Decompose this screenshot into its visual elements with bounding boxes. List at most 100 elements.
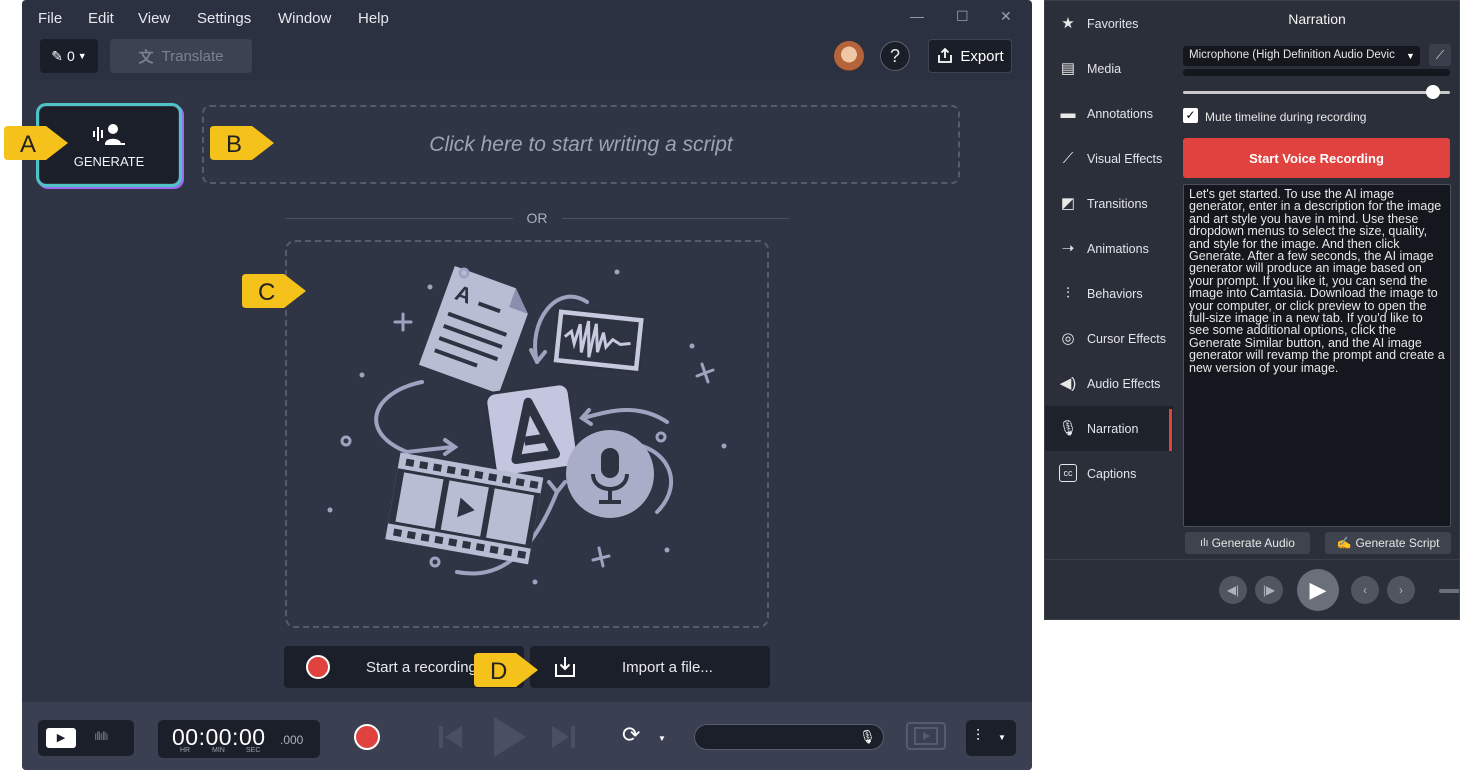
input-level-meter: [1183, 69, 1450, 76]
toolbar: ✎ 0 ▼ 文 Translate ? Export: [22, 36, 1032, 80]
or-divider: OR: [285, 210, 789, 226]
pencil-icon: ✎: [51, 47, 63, 64]
close-button[interactable]: ✕: [1000, 8, 1012, 25]
chevron-right-icon: ›: [1399, 583, 1403, 597]
play-icon[interactable]: [490, 715, 530, 759]
callout-d-label: D: [490, 658, 508, 685]
callout-a-label: A: [20, 131, 37, 158]
sidebar-item-visual-effects[interactable]: ⟋ Visual Effects: [1045, 136, 1173, 181]
sidebar-item-transitions[interactable]: ◩ Transitions: [1045, 181, 1173, 226]
record-icon: [306, 655, 330, 679]
next-button[interactable]: ›: [1387, 576, 1415, 604]
mixer-button[interactable]: ⫶ ▼: [966, 720, 1016, 756]
step-back-icon: ◀|: [1226, 583, 1240, 597]
waveform-view-icon[interactable]: ıllıllı: [94, 729, 109, 743]
skip-forward-icon[interactable]: [548, 722, 578, 752]
narration-panel-window: ★ Favorites ▤ Media ▬ Annotations ⟋ Visual E…: [1044, 0, 1460, 620]
sidebar-item-narration[interactable]: 🎙 Narration: [1045, 406, 1173, 451]
avatar[interactable]: [834, 41, 864, 71]
wand-icon: ⟋: [1062, 149, 1074, 167]
generate-script-label: Generate Script: [1355, 536, 1440, 550]
video-view-button[interactable]: ▶: [46, 728, 76, 748]
translate-button[interactable]: 文 Translate: [110, 39, 252, 73]
microphone-icon[interactable]: 🎙: [859, 729, 876, 745]
previous-button[interactable]: ‹: [1351, 576, 1379, 604]
timecode-display: 00:00:00 .000 HR MIN SEC: [158, 720, 320, 758]
record-button[interactable]: [354, 724, 380, 750]
annotation-icon: ▬: [1060, 104, 1076, 122]
sidebar-item-captions[interactable]: cc Captions: [1045, 451, 1173, 496]
loop-icon[interactable]: ⟳: [622, 722, 640, 748]
timecode-min-label: MIN: [212, 747, 225, 754]
media-drop-zone[interactable]: A: [285, 240, 769, 628]
maximize-button[interactable]: ☐: [956, 8, 969, 25]
media-illustration: A: [327, 266, 727, 585]
behaviors-icon: ⫶: [1066, 284, 1070, 302]
chevron-down-icon[interactable]: ▼: [658, 734, 666, 743]
chevron-down-icon[interactable]: ▼: [1406, 51, 1415, 61]
narration-script-textarea[interactable]: Let's get started. To use the AI image g…: [1183, 184, 1451, 527]
sidebar-item-animations[interactable]: ➝ Animations: [1045, 226, 1173, 271]
translate-icon: 文: [138, 48, 154, 66]
or-label: OR: [526, 210, 548, 226]
generate-script-button[interactable]: ✍ Generate Script: [1325, 532, 1451, 554]
sidebar-item-label: Cursor Effects: [1087, 332, 1166, 346]
skip-back-icon[interactable]: [436, 722, 466, 752]
generate-audio-button[interactable]: ılı Generate Audio: [1185, 532, 1310, 554]
play-icon: [914, 727, 938, 745]
input-volume-slider[interactable]: [1183, 91, 1450, 94]
step-forward-button[interactable]: |▶: [1255, 576, 1283, 604]
sidebar-item-behaviors[interactable]: ⫶ Behaviors: [1045, 271, 1173, 316]
cursor-icon: ◎: [1061, 330, 1075, 347]
chevron-left-icon: ‹: [1363, 583, 1367, 597]
generate-label: GENERATE: [73, 153, 145, 169]
volume-track[interactable]: 🎙: [694, 724, 884, 750]
preview-button[interactable]: [906, 722, 946, 750]
annotation-pen-button[interactable]: ✎ 0 ▼: [40, 39, 98, 73]
voice-generate-icon: [93, 123, 125, 145]
sidebar-item-favorites[interactable]: ★ Favorites: [1045, 1, 1173, 46]
menu-help[interactable]: Help: [358, 10, 389, 27]
sidebar-item-label: Transitions: [1087, 197, 1148, 211]
narration-panel: Narration Microphone (High Definition Au…: [1173, 1, 1459, 559]
export-label: Export: [960, 47, 1004, 65]
mute-timeline-checkbox[interactable]: ✓: [1183, 108, 1198, 123]
menu-file[interactable]: File: [38, 10, 62, 27]
start-recording-label: Start a recording: [366, 659, 477, 676]
generate-audio-label: Generate Audio: [1211, 536, 1295, 550]
sidebar-item-label: Favorites: [1087, 17, 1139, 31]
menu-window[interactable]: Window: [278, 10, 331, 27]
script-input[interactable]: Click here to start writing a script: [202, 105, 960, 184]
export-button[interactable]: Export: [928, 39, 1012, 73]
help-button[interactable]: ?: [880, 41, 910, 71]
zoom-slider[interactable]: [1439, 589, 1459, 593]
animation-arrow-icon: ➝: [1061, 240, 1075, 257]
minimize-button[interactable]: —: [910, 8, 924, 24]
start-voice-recording-button[interactable]: Start Voice Recording: [1183, 138, 1450, 178]
microphone-select[interactable]: Microphone (High Definition Audio Devic: [1183, 46, 1420, 66]
active-indicator: [1169, 409, 1172, 451]
divider-line: [285, 217, 513, 219]
play-button[interactable]: ▶: [1297, 569, 1339, 611]
import-icon: [555, 657, 575, 677]
transition-icon: ◩: [1060, 195, 1076, 212]
sidebar-item-cursor-effects[interactable]: ◎ Cursor Effects: [1045, 316, 1173, 361]
menu-edit[interactable]: Edit: [88, 10, 114, 27]
panel-transport: ◀| |▶ ▶ ‹ ›: [1045, 559, 1459, 619]
step-back-button[interactable]: ◀|: [1219, 576, 1247, 604]
sidebar-item-media[interactable]: ▤ Media: [1045, 46, 1173, 91]
menu-bar: File Edit View Settings Window Help — ☐ …: [22, 0, 1032, 36]
menu-settings[interactable]: Settings: [197, 10, 251, 27]
timecode-sec-label: SEC: [246, 747, 261, 754]
sidebar-item-audio-effects[interactable]: ◀) Audio Effects: [1045, 361, 1173, 406]
audio-settings-wand-button[interactable]: ⟋: [1429, 44, 1451, 66]
callout-a: A: [2, 124, 72, 162]
sidebar-item-label: Visual Effects: [1087, 152, 1163, 166]
tools-sidebar: ★ Favorites ▤ Media ▬ Annotations ⟋ Visual E…: [1045, 1, 1173, 559]
sidebar-item-label: Behaviors: [1087, 287, 1143, 301]
import-file-button[interactable]: Import a file...: [530, 646, 770, 688]
menu-view[interactable]: View: [138, 10, 170, 27]
sidebar-item-annotations[interactable]: ▬ Annotations: [1045, 91, 1173, 136]
play-icon: ▶: [1309, 577, 1327, 602]
volume-slider-handle[interactable]: [1426, 85, 1440, 99]
